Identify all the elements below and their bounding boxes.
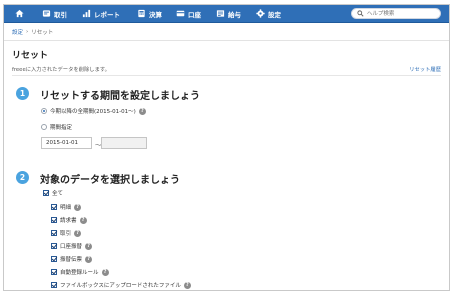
- data-option-item[interactable]: 振替伝票 ?: [51, 255, 93, 263]
- period-option-all[interactable]: 今期以降の全期間(2015-01-01〜) ?: [41, 107, 146, 115]
- period-all-label: 今期以降の全期間(2015-01-01〜): [50, 109, 136, 115]
- help-icon[interactable]: ?: [138, 107, 146, 115]
- divider: [12, 75, 441, 76]
- nav-label-settings: 設定: [268, 10, 281, 19]
- transaction-icon: [42, 10, 51, 17]
- breadcrumb-settings-link[interactable]: 設定: [12, 28, 23, 36]
- page-title: リセット: [12, 51, 49, 61]
- help-search-box[interactable]: [351, 8, 441, 19]
- data-option-item[interactable]: 明細 ?: [51, 203, 82, 211]
- page-description: freeeに入力されたデータを削除します。: [12, 67, 110, 73]
- home-icon: [15, 9, 24, 18]
- item-checkbox[interactable]: [51, 217, 57, 223]
- nav-label-accounts: 口座: [188, 10, 201, 19]
- item-checkbox[interactable]: [51, 282, 57, 288]
- item-label: 請求書: [60, 218, 77, 224]
- step2-title: 対象のデータを選択しましょう: [40, 175, 180, 186]
- item-label: 明細: [60, 205, 72, 211]
- report-icon: [82, 9, 91, 18]
- nav-label-closing: 決算: [149, 10, 162, 19]
- closing-icon: [138, 9, 145, 18]
- nav-item-transactions[interactable]: 取引: [42, 5, 67, 22]
- reset-history-link[interactable]: リセット履歴: [409, 65, 441, 73]
- help-search-input[interactable]: [363, 9, 440, 18]
- nav-item-accounts[interactable]: 口座: [176, 5, 201, 22]
- data-option-item[interactable]: 自動登録ルール ?: [51, 268, 109, 276]
- data-option-item[interactable]: 取引 ?: [51, 229, 82, 237]
- nav-label-transactions: 取引: [54, 10, 67, 19]
- item-label: ファイルボックスにアップロードされたファイル: [60, 283, 181, 289]
- bank-account-icon: [176, 10, 185, 17]
- item-checkbox[interactable]: [51, 243, 57, 249]
- help-icon[interactable]: ?: [74, 229, 82, 237]
- breadcrumb: 設定 › リセット: [12, 28, 53, 36]
- end-date-input[interactable]: [101, 137, 147, 149]
- period-range-label: 期間指定: [50, 125, 73, 131]
- data-option-all[interactable]: 全て: [43, 189, 63, 197]
- step-number-1: 1: [16, 87, 29, 100]
- period-range-radio[interactable]: [41, 124, 47, 130]
- divider: [4, 40, 449, 41]
- item-label: 取引: [60, 231, 72, 237]
- help-icon[interactable]: ?: [79, 216, 87, 224]
- help-icon[interactable]: ?: [85, 255, 93, 263]
- nav-item-reports[interactable]: レポート: [82, 5, 120, 22]
- item-checkbox[interactable]: [51, 230, 57, 236]
- step-number-2: 2: [16, 171, 29, 184]
- start-date-input[interactable]: [41, 137, 92, 149]
- help-icon[interactable]: ?: [101, 268, 109, 276]
- gear-icon: [256, 9, 265, 18]
- nav-label-payroll: 給与: [228, 10, 241, 19]
- data-option-item[interactable]: 請求書 ?: [51, 216, 87, 224]
- breadcrumb-separator: ›: [26, 29, 29, 35]
- item-label: 口座振替: [60, 244, 83, 250]
- payroll-icon: [216, 10, 225, 17]
- nav-item-settings[interactable]: 設定: [256, 5, 281, 22]
- breadcrumb-current: リセット: [31, 30, 54, 36]
- top-navigation: 取引 レポート 決算 口座 給与 設定: [4, 5, 449, 23]
- item-label: 自動登録ルール: [60, 270, 99, 276]
- period-option-range[interactable]: 期間指定: [41, 123, 72, 131]
- all-label: 全て: [52, 191, 64, 197]
- nav-item-payroll[interactable]: 給与: [216, 5, 241, 22]
- help-icon[interactable]: ?: [183, 281, 191, 289]
- data-option-item[interactable]: ファイルボックスにアップロードされたファイル ?: [51, 281, 191, 289]
- item-label: 振替伝票: [60, 257, 83, 263]
- app-window: 取引 レポート 決算 口座 給与 設定 設定 › リセット: [3, 4, 450, 291]
- item-checkbox[interactable]: [51, 269, 57, 275]
- help-icon[interactable]: ?: [85, 242, 93, 250]
- data-option-item[interactable]: 口座振替 ?: [51, 242, 93, 250]
- home-button[interactable]: [15, 5, 24, 22]
- period-all-radio[interactable]: [41, 108, 47, 114]
- nav-item-closing[interactable]: 決算: [137, 5, 162, 22]
- nav-label-reports: レポート: [94, 10, 120, 19]
- step1-title: リセットする期間を設定しましょう: [40, 91, 200, 102]
- item-checkbox[interactable]: [51, 204, 57, 210]
- search-icon: [357, 10, 364, 17]
- all-checkbox[interactable]: [43, 190, 49, 196]
- help-icon[interactable]: ?: [74, 203, 82, 211]
- item-checkbox[interactable]: [51, 256, 57, 262]
